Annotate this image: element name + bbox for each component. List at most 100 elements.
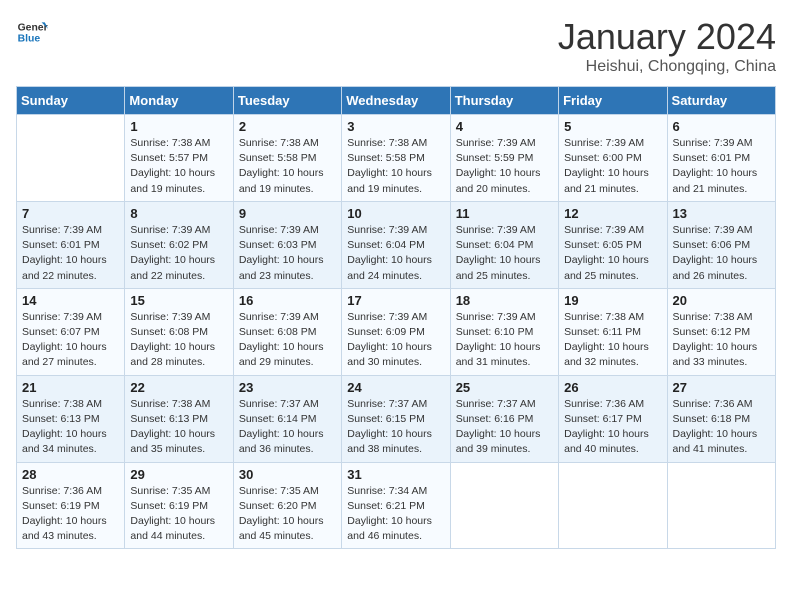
day-number: 30 xyxy=(239,467,336,482)
calendar-day-cell: 16Sunrise: 7:39 AM Sunset: 6:08 PM Dayli… xyxy=(233,288,341,375)
calendar-day-cell: 13 Sunrise: 7:39 AM Sunset: 6:06 PM Dayli… xyxy=(667,201,775,288)
day-info: Sunrise: 7:35 AM Sunset: 6:19 PM Dayligh… xyxy=(130,484,227,545)
day-of-week-header: Wednesday xyxy=(342,87,450,115)
day-info: Sunrise: 7:39 AM Sunset: 6:04 PM Dayligh… xyxy=(456,223,553,284)
calendar-day-cell: 31 Sunrise: 7:34 AM Sunset: 6:21 PM Dayli… xyxy=(342,462,450,549)
calendar-day-cell: 17Sunrise: 7:39 AM Sunset: 6:09 PM Dayli… xyxy=(342,288,450,375)
day-number: 7 xyxy=(22,206,119,221)
day-info: Sunrise: 7:39 AM Sunset: 6:08 PM Dayligh… xyxy=(130,310,227,371)
day-number: 15 xyxy=(130,293,227,308)
calendar-week-row: 7Sunrise: 7:39 AM Sunset: 6:01 PM Daylig… xyxy=(17,201,776,288)
title-section: January 2024 Heishui, Chongqing, China xyxy=(558,16,776,76)
day-number: 2 xyxy=(239,119,336,134)
day-number: 12 xyxy=(564,206,661,221)
month-title: January 2024 xyxy=(558,16,776,58)
calendar-day-cell: 18 Sunrise: 7:39 AM Sunset: 6:10 PM Dayli… xyxy=(450,288,558,375)
day-number: 14 xyxy=(22,293,119,308)
day-number: 6 xyxy=(673,119,770,134)
day-info: Sunrise: 7:38 AM Sunset: 6:13 PM Dayligh… xyxy=(22,397,119,458)
calendar-day-cell: 26 Sunrise: 7:36 AM Sunset: 6:17 PM Dayli… xyxy=(559,375,667,462)
day-number: 20 xyxy=(673,293,770,308)
calendar-day-cell: 21 Sunrise: 7:38 AM Sunset: 6:13 PM Dayli… xyxy=(17,375,125,462)
calendar-day-cell: 14Sunrise: 7:39 AM Sunset: 6:07 PM Dayli… xyxy=(17,288,125,375)
day-number: 24 xyxy=(347,380,444,395)
page-header: General Blue January 2024 Heishui, Chong… xyxy=(16,16,776,76)
calendar-day-cell: 15 Sunrise: 7:39 AM Sunset: 6:08 PM Dayli… xyxy=(125,288,233,375)
calendar-day-cell: 27 Sunrise: 7:36 AM Sunset: 6:18 PM Dayli… xyxy=(667,375,775,462)
day-number: 8 xyxy=(130,206,227,221)
calendar-week-row: 28Sunrise: 7:36 AM Sunset: 6:19 PM Dayli… xyxy=(17,462,776,549)
day-of-week-header: Monday xyxy=(125,87,233,115)
day-info: Sunrise: 7:38 AM Sunset: 5:58 PM Dayligh… xyxy=(239,136,336,197)
calendar-day-cell: 1 Sunrise: 7:38 AM Sunset: 5:57 PM Daylig… xyxy=(125,115,233,202)
calendar-day-cell xyxy=(667,462,775,549)
calendar-day-cell: 24Sunrise: 7:37 AM Sunset: 6:15 PM Dayli… xyxy=(342,375,450,462)
day-number: 23 xyxy=(239,380,336,395)
day-number: 5 xyxy=(564,119,661,134)
day-info: Sunrise: 7:39 AM Sunset: 6:03 PM Dayligh… xyxy=(239,223,336,284)
day-info: Sunrise: 7:39 AM Sunset: 6:06 PM Dayligh… xyxy=(673,223,770,284)
day-number: 19 xyxy=(564,293,661,308)
day-number: 1 xyxy=(130,119,227,134)
day-number: 27 xyxy=(673,380,770,395)
calendar-day-cell: 29 Sunrise: 7:35 AM Sunset: 6:19 PM Dayli… xyxy=(125,462,233,549)
calendar-week-row: 21 Sunrise: 7:38 AM Sunset: 6:13 PM Dayli… xyxy=(17,375,776,462)
day-of-week-header: Tuesday xyxy=(233,87,341,115)
calendar-day-cell: 23 Sunrise: 7:37 AM Sunset: 6:14 PM Dayli… xyxy=(233,375,341,462)
day-number: 22 xyxy=(130,380,227,395)
calendar-day-cell: 25 Sunrise: 7:37 AM Sunset: 6:16 PM Dayli… xyxy=(450,375,558,462)
calendar-day-cell: 12Sunrise: 7:39 AM Sunset: 6:05 PM Dayli… xyxy=(559,201,667,288)
day-number: 18 xyxy=(456,293,553,308)
day-info: Sunrise: 7:38 AM Sunset: 5:57 PM Dayligh… xyxy=(130,136,227,197)
day-number: 3 xyxy=(347,119,444,134)
calendar-day-cell: 3 Sunrise: 7:38 AM Sunset: 5:58 PM Daylig… xyxy=(342,115,450,202)
day-number: 28 xyxy=(22,467,119,482)
day-info: Sunrise: 7:37 AM Sunset: 6:14 PM Dayligh… xyxy=(239,397,336,458)
calendar-header-row: SundayMondayTuesdayWednesdayThursdayFrid… xyxy=(17,87,776,115)
day-info: Sunrise: 7:38 AM Sunset: 5:58 PM Dayligh… xyxy=(347,136,444,197)
day-of-week-header: Sunday xyxy=(17,87,125,115)
day-info: Sunrise: 7:38 AM Sunset: 6:12 PM Dayligh… xyxy=(673,310,770,371)
day-info: Sunrise: 7:34 AM Sunset: 6:21 PM Dayligh… xyxy=(347,484,444,545)
day-number: 31 xyxy=(347,467,444,482)
calendar-day-cell: 2 Sunrise: 7:38 AM Sunset: 5:58 PM Daylig… xyxy=(233,115,341,202)
calendar-week-row: 14Sunrise: 7:39 AM Sunset: 6:07 PM Dayli… xyxy=(17,288,776,375)
day-number: 25 xyxy=(456,380,553,395)
day-info: Sunrise: 7:39 AM Sunset: 6:00 PM Dayligh… xyxy=(564,136,661,197)
calendar-day-cell: 7Sunrise: 7:39 AM Sunset: 6:01 PM Daylig… xyxy=(17,201,125,288)
calendar-day-cell: 4 Sunrise: 7:39 AM Sunset: 5:59 PM Daylig… xyxy=(450,115,558,202)
calendar-day-cell: 28Sunrise: 7:36 AM Sunset: 6:19 PM Dayli… xyxy=(17,462,125,549)
calendar-day-cell: 9Sunrise: 7:39 AM Sunset: 6:03 PM Daylig… xyxy=(233,201,341,288)
day-info: Sunrise: 7:38 AM Sunset: 6:13 PM Dayligh… xyxy=(130,397,227,458)
calendar-day-cell: 22 Sunrise: 7:38 AM Sunset: 6:13 PM Dayli… xyxy=(125,375,233,462)
day-number: 13 xyxy=(673,206,770,221)
day-info: Sunrise: 7:39 AM Sunset: 6:01 PM Dayligh… xyxy=(673,136,770,197)
calendar-table: SundayMondayTuesdayWednesdayThursdayFrid… xyxy=(16,86,776,549)
calendar-day-cell: 6 Sunrise: 7:39 AM Sunset: 6:01 PM Daylig… xyxy=(667,115,775,202)
day-info: Sunrise: 7:39 AM Sunset: 5:59 PM Dayligh… xyxy=(456,136,553,197)
day-info: Sunrise: 7:36 AM Sunset: 6:18 PM Dayligh… xyxy=(673,397,770,458)
day-of-week-header: Friday xyxy=(559,87,667,115)
logo-icon: General Blue xyxy=(16,16,48,48)
calendar-day-cell xyxy=(17,115,125,202)
calendar-week-row: 1 Sunrise: 7:38 AM Sunset: 5:57 PM Daylig… xyxy=(17,115,776,202)
day-info: Sunrise: 7:39 AM Sunset: 6:08 PM Dayligh… xyxy=(239,310,336,371)
day-number: 26 xyxy=(564,380,661,395)
day-info: Sunrise: 7:39 AM Sunset: 6:10 PM Dayligh… xyxy=(456,310,553,371)
day-of-week-header: Thursday xyxy=(450,87,558,115)
location-subtitle: Heishui, Chongqing, China xyxy=(558,58,776,76)
day-number: 29 xyxy=(130,467,227,482)
day-info: Sunrise: 7:39 AM Sunset: 6:04 PM Dayligh… xyxy=(347,223,444,284)
calendar-day-cell: 30Sunrise: 7:35 AM Sunset: 6:20 PM Dayli… xyxy=(233,462,341,549)
day-info: Sunrise: 7:38 AM Sunset: 6:11 PM Dayligh… xyxy=(564,310,661,371)
calendar-day-cell xyxy=(559,462,667,549)
day-info: Sunrise: 7:39 AM Sunset: 6:02 PM Dayligh… xyxy=(130,223,227,284)
day-info: Sunrise: 7:39 AM Sunset: 6:09 PM Dayligh… xyxy=(347,310,444,371)
day-info: Sunrise: 7:37 AM Sunset: 6:16 PM Dayligh… xyxy=(456,397,553,458)
calendar-day-cell: 19 Sunrise: 7:38 AM Sunset: 6:11 PM Dayli… xyxy=(559,288,667,375)
calendar-day-cell: 5 Sunrise: 7:39 AM Sunset: 6:00 PM Daylig… xyxy=(559,115,667,202)
calendar-day-cell: 20 Sunrise: 7:38 AM Sunset: 6:12 PM Dayli… xyxy=(667,288,775,375)
day-info: Sunrise: 7:36 AM Sunset: 6:17 PM Dayligh… xyxy=(564,397,661,458)
day-number: 21 xyxy=(22,380,119,395)
day-number: 4 xyxy=(456,119,553,134)
